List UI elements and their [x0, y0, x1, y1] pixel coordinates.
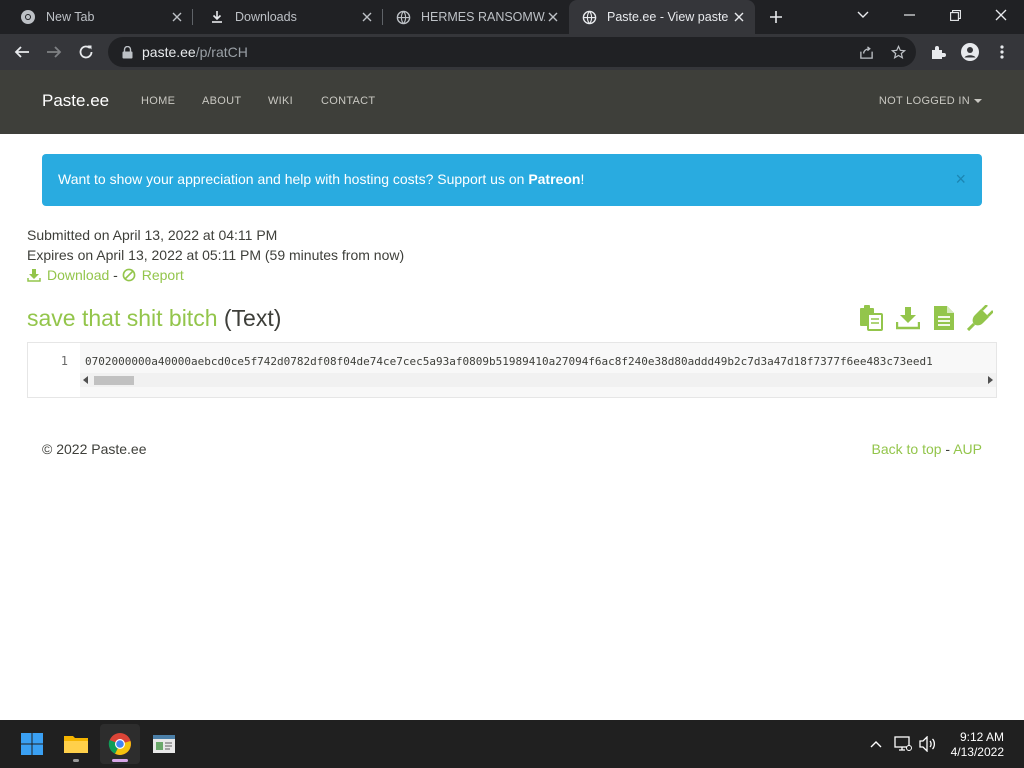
alert-message: Want to show your appreciation and help … — [58, 171, 584, 187]
close-icon[interactable] — [545, 9, 561, 25]
download-icon — [209, 9, 225, 25]
paste-content-box: 1 0702000000a40000aebcd0ce5f742d0782df08… — [27, 342, 997, 398]
lock-icon[interactable] — [120, 45, 134, 59]
bookmark-star-icon[interactable] — [890, 44, 906, 60]
window-close-icon[interactable] — [978, 0, 1024, 30]
volume-icon[interactable] — [918, 734, 938, 754]
new-tab-button[interactable] — [764, 5, 788, 29]
url-host: paste.ee — [142, 44, 196, 60]
line-gutter: 1 — [28, 343, 80, 397]
alert-suffix: ! — [580, 171, 585, 187]
footer-dash: - — [941, 441, 954, 457]
user-menu-dropdown[interactable]: NOT LOGGED IN — [879, 95, 982, 107]
back-button[interactable] — [8, 38, 36, 66]
footer-copyright: © 2022 Paste.ee — [42, 441, 147, 457]
close-icon[interactable] — [359, 9, 375, 25]
download-raw-icon[interactable] — [895, 305, 921, 331]
scrollbar-thumb[interactable] — [94, 376, 134, 385]
aup-link[interactable]: AUP — [953, 441, 982, 457]
scroll-left-arrow-icon[interactable] — [83, 376, 88, 384]
share-icon[interactable] — [858, 44, 874, 60]
tab-title: Paste.ee - View paste r — [607, 10, 731, 24]
site-brand[interactable]: Paste.ee — [42, 91, 109, 111]
close-icon[interactable] — [169, 9, 185, 25]
tab-title: Downloads — [235, 10, 297, 24]
nav-contact[interactable]: CONTACT — [321, 95, 375, 107]
extensions-puzzle-icon[interactable] — [924, 38, 952, 66]
reload-button[interactable] — [72, 38, 100, 66]
nav-about[interactable]: ABOUT — [202, 95, 241, 107]
copy-clipboard-icon[interactable] — [858, 305, 884, 331]
clock-date: 4/13/2022 — [950, 745, 1004, 759]
paste-format: (Text) — [223, 305, 282, 331]
patreon-link[interactable]: Patreon — [528, 171, 580, 187]
report-ban-icon[interactable] — [122, 268, 136, 282]
horizontal-scrollbar[interactable] — [80, 373, 996, 387]
tab-new-tab[interactable]: New Tab — [0, 0, 193, 34]
close-icon[interactable] — [731, 9, 747, 25]
site-navbar: Paste.ee HOME ABOUT WIKI CONTACT NOT LOG… — [0, 70, 1024, 134]
url-text: paste.ee/p/ratCH — [142, 44, 248, 60]
back-to-top-link[interactable]: Back to top — [871, 441, 941, 457]
scroll-right-arrow-icon[interactable] — [988, 376, 993, 384]
tab-title: New Tab — [46, 10, 95, 24]
profile-avatar-icon[interactable] — [956, 38, 984, 66]
globe-icon — [395, 9, 411, 25]
url-path: /p/ratCH — [195, 44, 248, 60]
clock-time: 9:12 AM — [959, 730, 1004, 744]
nav-wiki[interactable]: WIKI — [268, 95, 293, 107]
system-clock[interactable]: 9:12 AM 4/13/2022 — [951, 730, 1004, 760]
footer-links: Back to top - AUP — [871, 441, 982, 457]
nav-home[interactable]: HOME — [141, 95, 175, 107]
network-icon[interactable] — [893, 734, 913, 754]
raw-document-icon[interactable] — [931, 305, 957, 331]
paste-title: save that shit bitch (Text) — [27, 305, 281, 332]
user-menu-label: NOT LOGGED IN — [878, 95, 970, 107]
tray-chevron-up-icon[interactable] — [866, 734, 886, 754]
embed-plug-icon[interactable] — [967, 305, 993, 331]
download-icon[interactable] — [27, 268, 41, 282]
alert-close-button[interactable]: × — [955, 170, 966, 188]
globe-icon — [581, 9, 597, 25]
browser-toolbar: paste.ee/p/ratCH — [0, 34, 1024, 70]
tab-paste-ee[interactable]: Paste.ee - View paste r — [569, 0, 755, 34]
paste-actions: Download - Report — [27, 267, 184, 283]
chrome-icon — [20, 9, 36, 25]
download-link[interactable]: Download — [47, 267, 109, 283]
paste-content[interactable]: 0702000000a40000aebcd0ce5f742d0782df08f0… — [85, 355, 933, 368]
minimize-icon[interactable] — [886, 0, 932, 30]
file-explorer-icon[interactable] — [56, 724, 96, 764]
app-indicator — [73, 759, 79, 762]
windows-taskbar: 9:12 AM 4/13/2022 — [0, 720, 1024, 768]
tab-downloads[interactable]: Downloads — [193, 0, 383, 34]
forward-button[interactable] — [40, 38, 68, 66]
paste-name: save that shit bitch — [27, 305, 218, 331]
terminal-app-icon[interactable] — [144, 724, 184, 764]
tab-search-chevron-icon[interactable] — [840, 0, 886, 30]
browser-tab-strip: New Tab Downloads HERMES RANSOMWAR Paste… — [0, 0, 1024, 34]
menu-kebab-icon[interactable] — [988, 38, 1016, 66]
address-bar[interactable]: paste.ee/p/ratCH — [108, 37, 916, 67]
app-indicator — [112, 759, 128, 762]
report-link[interactable]: Report — [142, 267, 184, 283]
expires-date: Expires on April 13, 2022 at 05:11 PM (5… — [27, 247, 405, 263]
alert-text: Want to show your appreciation and help … — [58, 171, 529, 187]
caret-down-icon — [974, 99, 982, 104]
line-number: 1 — [60, 354, 68, 368]
actions-separator: - — [109, 267, 122, 283]
tab-hermes[interactable]: HERMES RANSOMWAR — [383, 0, 569, 34]
restore-icon[interactable] — [932, 0, 978, 30]
patreon-alert: Want to show your appreciation and help … — [42, 154, 982, 206]
tab-title: HERMES RANSOMWAR — [421, 10, 545, 24]
chrome-taskbar-icon[interactable] — [100, 724, 140, 764]
submitted-date: Submitted on April 13, 2022 at 04:11 PM — [27, 227, 278, 243]
windows-start-icon[interactable] — [12, 724, 52, 764]
